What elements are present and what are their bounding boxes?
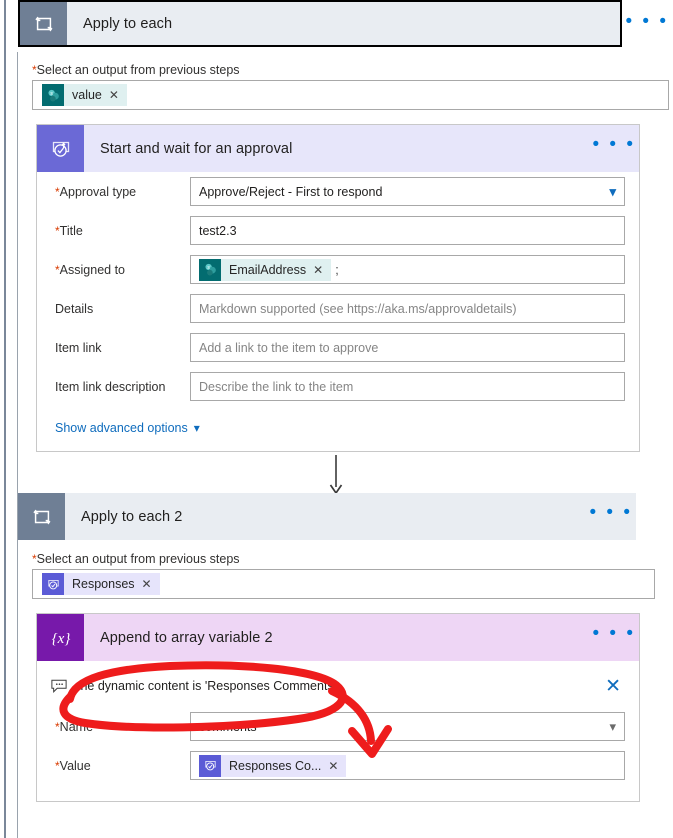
label-item-link: Item link bbox=[55, 340, 102, 355]
comment-row: the dynamic content is 'Responses Commen… bbox=[37, 661, 639, 707]
loop-icon bbox=[20, 2, 67, 45]
input-item-link-description[interactable]: Describe the link to the item bbox=[190, 372, 625, 401]
token-responses[interactable]: Responses ✕ bbox=[42, 573, 160, 595]
left-rail-outer bbox=[4, 0, 6, 838]
label-assigned-to: *Assigned to bbox=[55, 263, 190, 277]
chevron-down-icon[interactable]: ▾ bbox=[609, 184, 616, 200]
field-row-variable-value: *Value Responses Co... ✕ bbox=[37, 746, 639, 785]
field-row-approval-type: *Approval type Approve/Reject - First to… bbox=[37, 172, 639, 211]
label-variable-name-text: Name bbox=[59, 719, 94, 734]
input-item-link-description-placeholder: Describe the link to the item bbox=[199, 379, 354, 394]
chevron-down-icon[interactable]: ▾ bbox=[609, 719, 616, 735]
field-row-item-link: Item link Add a link to the item to appr… bbox=[37, 328, 639, 367]
comment-text: the dynamic content is 'Responses Commen… bbox=[77, 679, 337, 693]
field-row-assigned-to: *Assigned to s EmailAddress ✕ ; bbox=[37, 250, 639, 289]
action-card-append-variable: {x} Append to array variable 2 • • • the… bbox=[36, 613, 640, 802]
inner-scope-header[interactable]: Apply to each 2 • • • bbox=[18, 493, 636, 540]
sharepoint-icon: s bbox=[199, 258, 221, 281]
inner-output-label-text: Select an output from previous steps bbox=[36, 552, 240, 566]
outer-scope-body: *Select an output from previous steps s … bbox=[18, 51, 673, 452]
label-approval-type-text: Approval type bbox=[59, 184, 137, 199]
token-email-address[interactable]: s EmailAddress ✕ bbox=[199, 258, 332, 281]
comment-icon bbox=[51, 679, 71, 693]
outer-output-input[interactable]: s value ✕ bbox=[32, 80, 669, 110]
label-assigned-to-text: Assigned to bbox=[59, 262, 125, 277]
input-variable-name[interactable]: comments ▾ bbox=[190, 712, 625, 741]
loop-icon bbox=[18, 493, 65, 540]
label-variable-value: *Value bbox=[55, 759, 190, 773]
svg-text:{x}: {x} bbox=[51, 631, 70, 647]
field-row-details: Details Markdown supported (see https://… bbox=[37, 289, 639, 328]
token-remove-icon[interactable]: ✕ bbox=[328, 759, 346, 773]
token-remove-icon[interactable]: ✕ bbox=[142, 577, 160, 591]
action-card-approval: Start and wait for an approval • • • *Ap… bbox=[36, 124, 640, 452]
flow-connector-arrow bbox=[328, 455, 344, 495]
chevron-down-icon[interactable]: ▾ bbox=[188, 421, 200, 435]
input-details-placeholder: Markdown supported (see https://aka.ms/a… bbox=[199, 301, 517, 316]
variable-card-menu-button[interactable]: • • • bbox=[589, 614, 639, 661]
variable-card-header[interactable]: {x} Append to array variable 2 • • • bbox=[37, 614, 639, 661]
input-approval-type[interactable]: Approve/Reject - First to respond ▾ bbox=[190, 177, 625, 206]
approval-icon bbox=[42, 573, 64, 595]
token-remove-icon[interactable]: ✕ bbox=[313, 263, 331, 277]
approval-card-title: Start and wait for an approval bbox=[100, 140, 293, 157]
field-row-title: *Title test2.3 bbox=[37, 211, 639, 250]
input-item-link-placeholder: Add a link to the item to approve bbox=[199, 340, 379, 355]
outer-scope-menu-button[interactable]: • • • bbox=[622, 0, 672, 51]
label-title: *Title bbox=[55, 224, 190, 238]
input-details[interactable]: Markdown supported (see https://aka.ms/a… bbox=[190, 294, 625, 323]
show-advanced-options-row: Show advanced options ▾ bbox=[37, 406, 639, 451]
variable-icon: {x} bbox=[37, 614, 84, 661]
approval-icon bbox=[37, 125, 84, 172]
label-details: Details bbox=[55, 301, 94, 316]
show-advanced-options-link[interactable]: Show advanced options bbox=[55, 421, 188, 435]
input-title-value: test2.3 bbox=[199, 223, 237, 238]
input-variable-value[interactable]: Responses Co... ✕ bbox=[190, 751, 625, 780]
token-responses-comments-label: Responses Co... bbox=[229, 758, 322, 773]
token-remove-icon[interactable]: ✕ bbox=[109, 88, 127, 102]
outer-scope-header[interactable]: Apply to each bbox=[18, 0, 622, 47]
approval-icon bbox=[199, 754, 221, 777]
input-assigned-to[interactable]: s EmailAddress ✕ ; bbox=[190, 255, 625, 284]
close-icon[interactable]: ✕ bbox=[605, 675, 625, 698]
outer-scope-header-row: Apply to each • • • bbox=[18, 0, 673, 51]
outer-output-label-text: Select an output from previous steps bbox=[36, 63, 240, 77]
label-variable-value-text: Value bbox=[59, 758, 91, 773]
variable-card-spacer bbox=[37, 785, 639, 801]
variable-card-title: Append to array variable 2 bbox=[100, 629, 273, 646]
input-approval-type-value: Approve/Reject - First to respond bbox=[199, 184, 383, 199]
approval-card-menu-button[interactable]: • • • bbox=[589, 125, 639, 172]
inner-scope-menu-button[interactable]: • • • bbox=[586, 493, 636, 540]
outer-output-label: *Select an output from previous steps bbox=[18, 51, 673, 80]
label-approval-type: *Approval type bbox=[55, 185, 190, 199]
label-variable-name: *Name bbox=[55, 720, 190, 734]
field-row-variable-name: *Name comments ▾ bbox=[37, 707, 639, 746]
outer-scope-title: Apply to each bbox=[83, 15, 173, 32]
token-email-address-label: EmailAddress bbox=[229, 262, 307, 277]
scope-apply-to-each: Apply to each • • • *Select an output fr… bbox=[18, 0, 673, 452]
approval-card-header[interactable]: Start and wait for an approval • • • bbox=[37, 125, 639, 172]
token-responses-label: Responses bbox=[72, 577, 135, 591]
label-title-text: Title bbox=[59, 223, 83, 238]
input-item-link[interactable]: Add a link to the item to approve bbox=[190, 333, 625, 362]
inner-output-input[interactable]: Responses ✕ bbox=[32, 569, 655, 599]
assigned-to-separator: ; bbox=[335, 262, 339, 277]
token-responses-comments[interactable]: Responses Co... ✕ bbox=[199, 754, 347, 777]
input-title[interactable]: test2.3 bbox=[190, 216, 625, 245]
label-item-link-description: Item link description bbox=[55, 379, 166, 394]
inner-output-label: *Select an output from previous steps bbox=[18, 540, 673, 569]
sharepoint-icon: s bbox=[42, 84, 64, 106]
token-value-label: value bbox=[72, 88, 102, 102]
inner-scope-title: Apply to each 2 bbox=[81, 508, 183, 525]
token-value[interactable]: s value ✕ bbox=[42, 84, 127, 106]
inner-scope-body: *Select an output from previous steps Re… bbox=[18, 540, 673, 802]
scope-apply-to-each-2: Apply to each 2 • • • *Select an output … bbox=[18, 493, 673, 802]
field-row-item-link-description: Item link description Describe the link … bbox=[37, 367, 639, 406]
input-variable-name-value: comments bbox=[199, 719, 257, 734]
